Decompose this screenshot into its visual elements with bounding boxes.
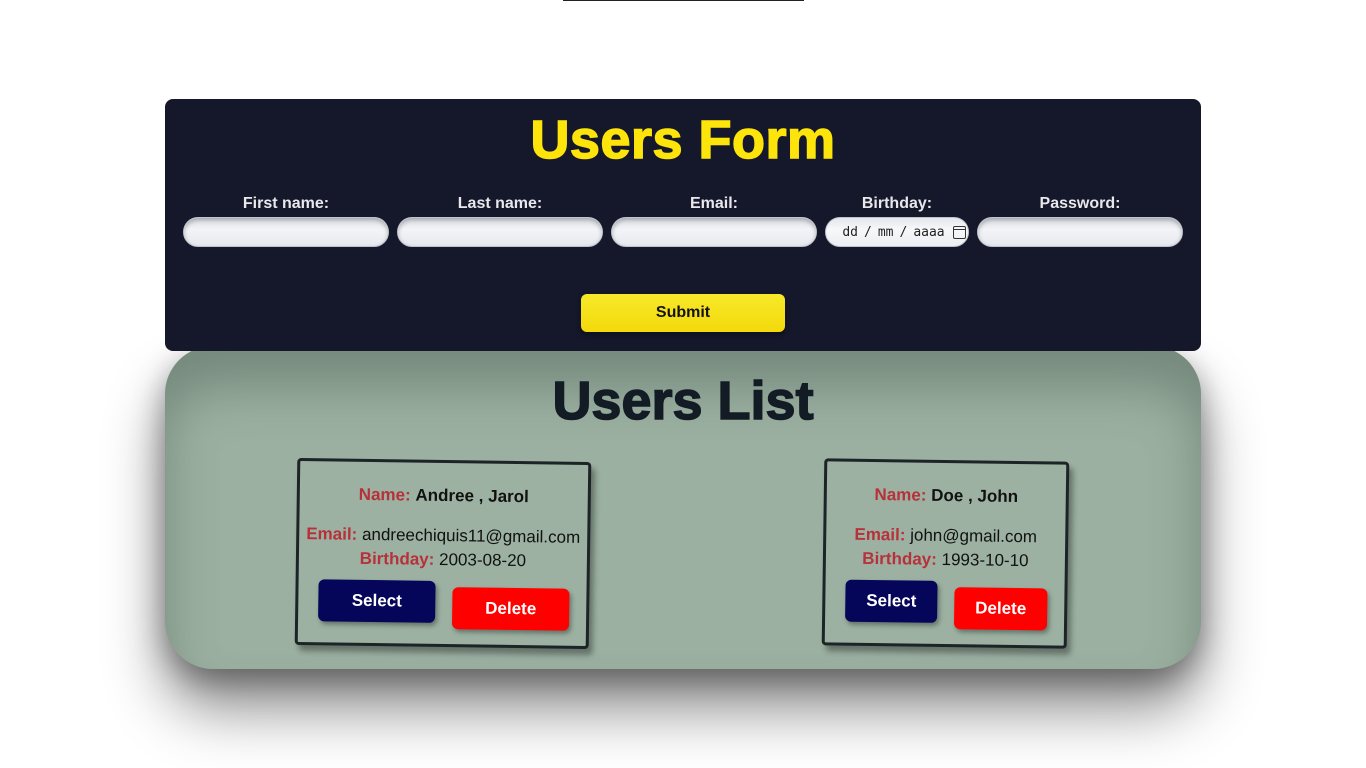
birthday-label: Birthday: [862,548,938,569]
user-name-row: Name: Andree , Jarol [358,484,529,507]
email-input[interactable] [611,217,817,247]
password-input[interactable] [977,217,1183,247]
last-name-label: Last name: [457,195,543,212]
user-email: andreechiquis11@gmail.com [361,524,581,547]
first-name-label: First name: [242,195,330,212]
date-separator: / [899,224,908,240]
submit-button[interactable]: Submit [581,294,785,332]
user-first-name: John [977,486,1019,507]
user-birthday-row: Birthday: 2003-08-20 [299,547,587,573]
birthday-label: Birthday: [861,195,933,212]
email-label: Email: [689,195,738,212]
user-first-name: Jarol [488,486,529,507]
name-label: Name: [874,485,927,505]
birthday-field: Birthday: dd / mm / aaaa [825,195,969,247]
password-field: Password: [977,195,1183,247]
password-label: Password: [1039,195,1121,212]
birthday-label: Birthday: [359,548,435,569]
email-label: Email: [854,524,906,545]
last-name-field: Last name: [397,195,603,247]
list-title: Users List [552,370,815,432]
user-email: john@gmail.com [910,525,1038,547]
first-name-field: First name: [183,195,389,247]
user-last-name: Doe [931,485,964,506]
email-field: Email: [611,195,817,247]
user-name-row: Name: Doe , John [874,485,1019,507]
delete-button[interactable]: Delete [953,587,1048,631]
name-label: Name: [358,484,411,505]
users-form: Users Form First name: Last name: Email:… [165,99,1201,351]
select-button[interactable]: Select [845,579,938,623]
email-label: Email: [306,524,358,544]
form-title: Users Form [530,109,836,171]
user-card: Name: Andree , Jarol Email: andreechiqui… [294,457,592,650]
user-last-name: Andree [415,485,475,506]
select-button[interactable]: Select [318,579,436,623]
calendar-icon[interactable] [952,225,966,239]
last-name-input[interactable] [397,217,603,247]
first-name-input[interactable] [183,217,389,247]
user-email-row: Email: andreechiquis11@gmail.com [299,523,587,549]
date-year-placeholder: aaaa [913,224,945,240]
user-birthday: 2003-08-20 [438,549,527,571]
date-separator: / [864,224,872,240]
user-birthday-row: Birthday: 1993-10-10 [826,547,1065,572]
user-birthday: 1993-10-10 [941,549,1029,571]
date-month-placeholder: mm [877,224,894,240]
delete-button[interactable]: Delete [451,587,570,631]
date-day-placeholder: dd [842,224,859,240]
user-email-row: Email: john@gmail.com [826,523,1065,548]
users-list: Users List Name: Andree , Jarol Email: a… [165,346,1201,669]
birthday-date-input[interactable]: dd / mm / aaaa [825,217,969,247]
top-divider [563,0,804,1]
user-card: Name: Doe , John Email: john@gmail.com B… [821,458,1070,649]
